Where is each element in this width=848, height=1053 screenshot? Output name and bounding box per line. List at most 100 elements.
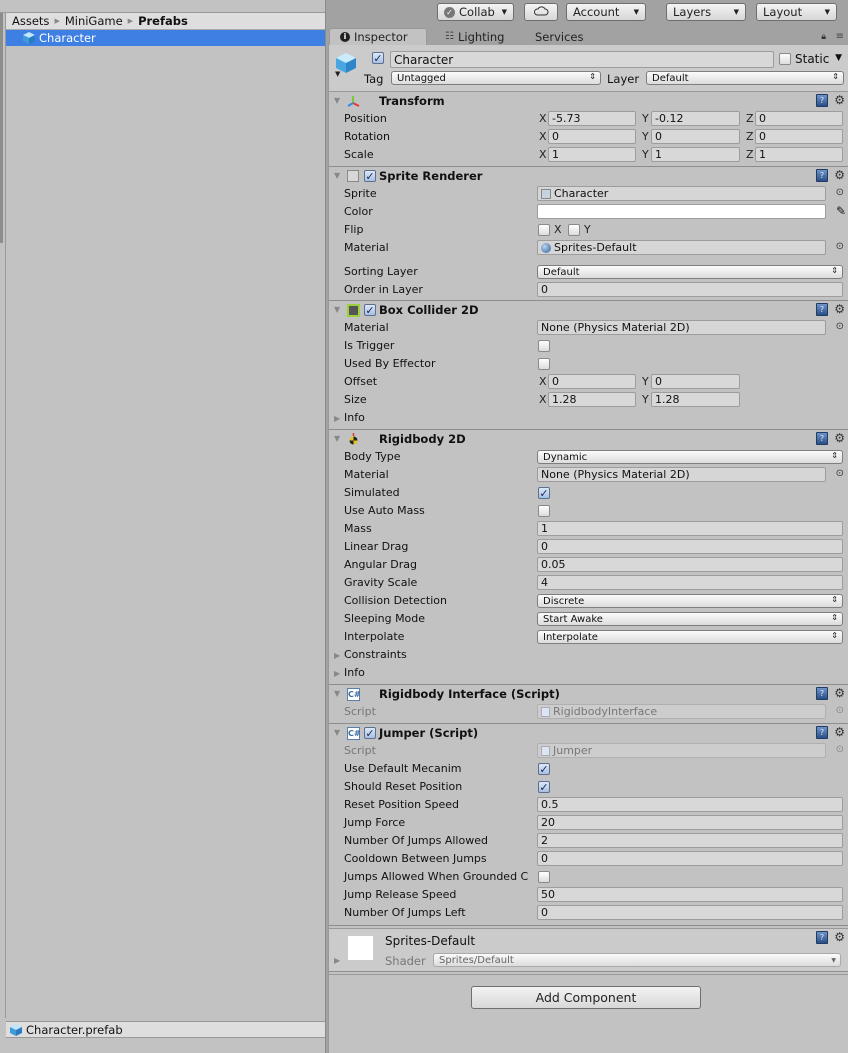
collab-button[interactable]: ✓ Collab ▼ [437, 3, 514, 21]
position-z-input[interactable]: 0 [755, 111, 843, 126]
help-book-icon[interactable]: ? [816, 94, 828, 107]
eyedropper-icon[interactable]: ✎ [836, 204, 846, 218]
reset-position-speed-input[interactable]: 0.5 [537, 797, 843, 812]
folder-tree-scrollbar[interactable] [0, 13, 3, 243]
sorting-layer-dropdown[interactable]: Default ⇕ [537, 265, 843, 279]
object-picker-icon[interactable]: ⊙ [836, 187, 844, 198]
foldout-closed-icon[interactable]: ▶ [334, 651, 340, 660]
interpolate-dropdown[interactable]: Interpolate ⇕ [537, 630, 843, 644]
scale-y-input[interactable]: 1 [651, 147, 740, 162]
use-default-mecanim-checkbox[interactable]: ✓ [538, 763, 550, 775]
jump-force-input[interactable]: 20 [537, 815, 843, 830]
axis-label[interactable]: X [539, 130, 547, 143]
size-y-input[interactable]: 1.28 [651, 392, 740, 407]
shader-dropdown[interactable]: Sprites/Default ▼ [433, 953, 841, 967]
physics-material-field[interactable]: None (Physics Material 2D) [537, 320, 826, 335]
add-component-button[interactable]: Add Component [471, 986, 701, 1009]
component-enabled-checkbox[interactable]: ✓ [364, 304, 376, 316]
component-header[interactable]: ▼ Rigidbody 2D ? ⚙ [329, 430, 848, 448]
color-swatch[interactable] [537, 204, 826, 219]
tab-menu-icon[interactable]: ≡ [836, 31, 844, 42]
lock-icon[interactable]: 🔒︎ [821, 32, 826, 42]
foldout-open-icon[interactable]: ▼ [334, 171, 340, 180]
simulated-checkbox[interactable]: ✓ [538, 487, 550, 499]
layer-dropdown[interactable]: Default ⇕ [646, 71, 844, 85]
flip-y-checkbox[interactable] [568, 224, 580, 236]
scale-z-input[interactable]: 1 [755, 147, 843, 162]
constraints-foldout[interactable]: ▶ Constraints [329, 646, 848, 664]
position-x-input[interactable]: -5.73 [548, 111, 636, 126]
object-picker-icon[interactable]: ⊙ [836, 468, 844, 479]
used-by-effector-checkbox[interactable] [538, 358, 550, 370]
order-in-layer-input[interactable]: 0 [537, 282, 843, 297]
help-book-icon[interactable]: ? [816, 931, 828, 944]
axis-label[interactable]: Y [642, 148, 649, 161]
breadcrumb-minigame[interactable]: MiniGame [65, 14, 123, 28]
help-book-icon[interactable]: ? [816, 169, 828, 182]
should-reset-position-checkbox[interactable]: ✓ [538, 781, 550, 793]
axis-label[interactable]: Z [746, 130, 754, 143]
gravity-scale-input[interactable]: 4 [537, 575, 843, 590]
axis-label[interactable]: X [539, 375, 547, 388]
angular-drag-input[interactable]: 0.05 [537, 557, 843, 572]
layout-button[interactable]: Layout ▼ [756, 3, 837, 21]
asset-item-character[interactable]: Character [6, 30, 325, 46]
jumps-when-grounded-checkbox[interactable] [538, 871, 550, 883]
component-header[interactable]: ▼ Transform ? ⚙ [329, 92, 848, 110]
info-foldout[interactable]: ▶ Info [329, 664, 848, 682]
offset-x-input[interactable]: 0 [548, 374, 636, 389]
axis-label[interactable]: X [539, 148, 547, 161]
material-object-field[interactable]: Sprites-Default [537, 240, 826, 255]
component-header[interactable]: ▼ C# ✓ Jumper (Script) ? ⚙ [329, 724, 848, 742]
dropdown-arrow-icon[interactable]: ▼ [335, 70, 340, 78]
body-type-dropdown[interactable]: Dynamic ⇕ [537, 450, 843, 464]
static-checkbox[interactable] [779, 53, 791, 65]
rotation-z-input[interactable]: 0 [755, 129, 843, 144]
object-picker-icon[interactable]: ⊙ [836, 321, 844, 332]
sprite-object-field[interactable]: Character [537, 186, 826, 201]
collision-detection-dropdown[interactable]: Discrete ⇕ [537, 594, 843, 608]
component-enabled-checkbox[interactable]: ✓ [364, 170, 376, 182]
axis-label[interactable]: Z [746, 148, 754, 161]
is-trigger-checkbox[interactable] [538, 340, 550, 352]
foldout-closed-icon[interactable]: ▶ [334, 669, 340, 678]
breadcrumb-prefabs[interactable]: Prefabs [138, 14, 188, 28]
axis-label[interactable]: Y [642, 393, 649, 406]
tab-inspector[interactable]: i Inspector [329, 28, 427, 45]
help-book-icon[interactable]: ? [816, 726, 828, 739]
static-dropdown-icon[interactable]: ▼ [835, 53, 842, 63]
breadcrumb-assets[interactable]: Assets [12, 14, 49, 28]
account-button[interactable]: Account ▼ [566, 3, 646, 21]
cooldown-input[interactable]: 0 [537, 851, 843, 866]
use-auto-mass-checkbox[interactable] [538, 505, 550, 517]
foldout-open-icon[interactable]: ▼ [334, 96, 340, 105]
tab-services[interactable]: Services [525, 28, 584, 45]
axis-label[interactable]: X [539, 112, 547, 125]
gear-icon[interactable]: ⚙ [834, 168, 845, 182]
foldout-closed-icon[interactable]: ▶ [334, 956, 340, 965]
foldout-open-icon[interactable]: ▼ [334, 728, 340, 737]
position-y-input[interactable]: -0.12 [651, 111, 740, 126]
gear-icon[interactable]: ⚙ [834, 431, 845, 445]
info-foldout[interactable]: ▶ Info [329, 409, 848, 427]
rotation-x-input[interactable]: 0 [548, 129, 636, 144]
jump-release-speed-input[interactable]: 50 [537, 887, 843, 902]
tag-dropdown[interactable]: Untagged ⇕ [391, 71, 601, 85]
foldout-open-icon[interactable]: ▼ [334, 434, 340, 443]
help-book-icon[interactable]: ? [816, 687, 828, 700]
flip-x-checkbox[interactable] [538, 224, 550, 236]
axis-label[interactable]: Y [642, 130, 649, 143]
rotation-y-input[interactable]: 0 [651, 129, 740, 144]
cloud-button[interactable] [524, 3, 558, 21]
component-header[interactable]: ▼ ✓ Sprite Renderer ? ⚙ [329, 167, 848, 185]
jumps-left-input[interactable]: 0 [537, 905, 843, 920]
foldout-closed-icon[interactable]: ▶ [334, 414, 340, 423]
active-checkbox[interactable]: ✓ [372, 52, 384, 64]
gear-icon[interactable]: ⚙ [834, 93, 845, 107]
foldout-open-icon[interactable]: ▼ [334, 689, 340, 698]
object-picker-icon[interactable]: ⊙ [836, 241, 844, 252]
help-book-icon[interactable]: ? [816, 432, 828, 445]
tab-lighting[interactable]: ☷ Lighting [435, 28, 504, 45]
physics-material-field[interactable]: None (Physics Material 2D) [537, 467, 826, 482]
mass-input[interactable]: 1 [537, 521, 843, 536]
